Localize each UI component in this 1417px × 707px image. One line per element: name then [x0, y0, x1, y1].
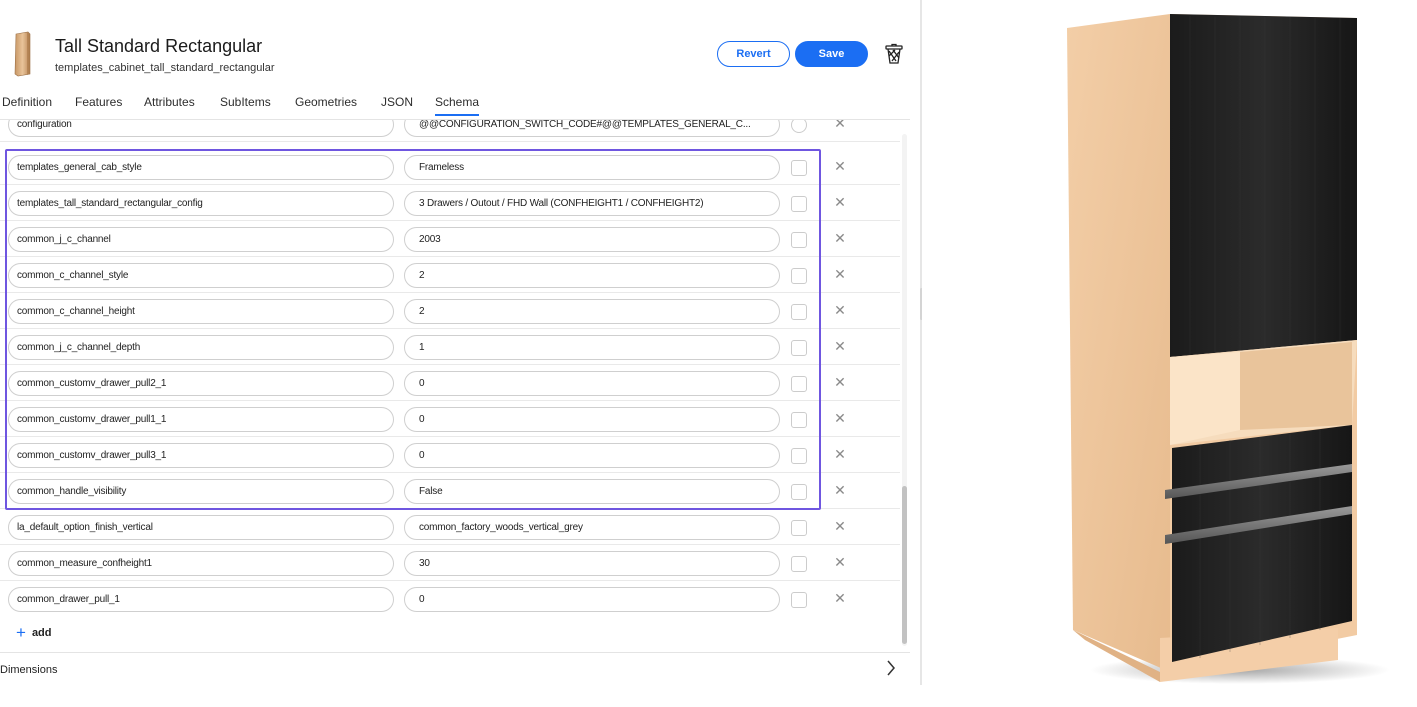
table-row: common_measure_confheight1 30 ✕ — [0, 545, 900, 581]
key-input[interactable]: la_default_option_finish_vertical — [8, 515, 394, 540]
table-row: la_default_option_finish_vertical common… — [0, 509, 900, 545]
key-input[interactable]: common_customv_drawer_pull1_1 — [8, 407, 394, 432]
key-input[interactable]: configuration — [8, 120, 394, 137]
tab-subitems[interactable]: SubItems — [220, 95, 271, 109]
close-x-icon[interactable]: ✕ — [832, 590, 848, 607]
cabinet-side-panel — [1067, 14, 1170, 672]
3d-viewer[interactable] — [922, 0, 1417, 707]
value-input[interactable]: Frameless — [404, 155, 780, 180]
value-input[interactable]: 2 — [404, 299, 780, 324]
row-checkbox[interactable] — [791, 520, 807, 536]
row-checkbox[interactable] — [791, 196, 807, 212]
close-x-icon[interactable]: ✕ — [832, 158, 848, 175]
tab-schema[interactable]: Schema — [435, 95, 480, 116]
add-label: add — [31, 627, 52, 639]
key-input[interactable]: common_c_channel_style — [8, 263, 394, 288]
chevron-right-icon[interactable] — [884, 658, 898, 678]
table-row: common_customv_drawer_pull1_1 0 ✕ — [0, 401, 900, 437]
value-input[interactable]: 2 — [404, 263, 780, 288]
close-x-icon[interactable]: ✕ — [832, 374, 848, 391]
editor-panel: Tall Standard Rectangular templates_cabi… — [0, 0, 920, 707]
key-input[interactable]: common_drawer_pull_1 — [8, 587, 394, 612]
tab-geometries[interactable]: Geometries — [295, 95, 357, 109]
tab-attributes[interactable]: Attributes — [144, 95, 195, 109]
plus-icon: + — [16, 623, 26, 642]
close-x-icon[interactable]: ✕ — [832, 266, 848, 283]
key-input[interactable]: templates_general_cab_style — [8, 155, 394, 180]
table-row: common_customv_drawer_pull3_1 0 ✕ — [0, 437, 900, 473]
key-input[interactable]: common_c_channel_height — [8, 299, 394, 324]
value-input[interactable]: 30 — [404, 551, 780, 576]
key-input[interactable]: common_handle_visibility — [8, 479, 394, 504]
row-checkbox[interactable] — [791, 412, 807, 428]
row-checkbox[interactable] — [791, 268, 807, 284]
upper-door — [1170, 14, 1357, 357]
key-input[interactable]: common_measure_confheight1 — [8, 551, 394, 576]
cabinet-thumbnail-icon — [14, 31, 31, 77]
table-row: common_customv_drawer_pull2_1 0 ✕ — [0, 365, 900, 401]
key-input[interactable]: common_customv_drawer_pull3_1 — [8, 443, 394, 468]
page-subtitle: templates_cabinet_tall_standard_rectangu… — [55, 62, 275, 74]
tab-json[interactable]: JSON — [381, 95, 413, 109]
row-checkbox[interactable] — [791, 448, 807, 464]
close-x-icon[interactable]: ✕ — [832, 554, 848, 571]
key-input[interactable]: templates_tall_standard_rectangular_conf… — [8, 191, 394, 216]
trash-can-icon[interactable] — [884, 43, 904, 65]
value-input[interactable]: 0 — [404, 371, 780, 396]
dimensions-section-header[interactable]: Dimensions — [0, 664, 57, 676]
close-x-icon[interactable]: ✕ — [832, 482, 848, 499]
tab-definition[interactable]: Definition — [2, 95, 52, 109]
value-input[interactable]: 2003 — [404, 227, 780, 252]
row-checkbox[interactable] — [791, 232, 807, 248]
key-input[interactable]: common_j_c_channel_depth — [8, 335, 394, 360]
value-input[interactable]: 0 — [404, 587, 780, 612]
close-x-icon[interactable]: ✕ — [832, 446, 848, 463]
close-x-icon[interactable]: ✕ — [832, 518, 848, 535]
table-row: common_j_c_channel_depth 1 ✕ — [0, 329, 900, 365]
row-dropdown-toggle[interactable] — [791, 120, 807, 133]
row-checkbox[interactable] — [791, 160, 807, 176]
cabinet-3d-render — [1067, 14, 1390, 684]
key-input[interactable]: common_j_c_channel — [8, 227, 394, 252]
cavity-left-wall — [1170, 352, 1240, 445]
value-input[interactable]: 0 — [404, 407, 780, 432]
save-button[interactable]: Save — [795, 41, 868, 67]
add-row-button[interactable]: + add — [16, 623, 52, 642]
value-input[interactable]: 3 Drawers / Outout / FHD Wall (CONFHEIGH… — [404, 191, 780, 216]
close-x-icon[interactable]: ✕ — [832, 302, 848, 319]
scrollbar-thumb[interactable] — [902, 486, 907, 644]
row-checkbox[interactable] — [791, 592, 807, 608]
row-checkbox[interactable] — [791, 340, 807, 356]
value-input[interactable]: 0 — [404, 443, 780, 468]
section-divider — [0, 652, 910, 653]
close-x-icon[interactable]: ✕ — [832, 120, 848, 132]
row-checkbox[interactable] — [791, 304, 807, 320]
table-row: configuration @@CONFIGURATION_SWITCH_COD… — [0, 120, 900, 142]
table-row: common_c_channel_height 2 ✕ — [0, 293, 900, 329]
row-checkbox[interactable] — [791, 376, 807, 392]
row-checkbox[interactable] — [791, 556, 807, 572]
table-row: common_j_c_channel 2003 ✕ — [0, 221, 900, 257]
close-x-icon[interactable]: ✕ — [832, 410, 848, 427]
close-x-icon[interactable]: ✕ — [832, 194, 848, 211]
cavity-back-panel — [1240, 342, 1352, 430]
tab-features[interactable]: Features — [75, 95, 122, 109]
row-checkbox[interactable] — [791, 484, 807, 500]
key-input[interactable]: common_customv_drawer_pull2_1 — [8, 371, 394, 396]
value-input[interactable]: common_factory_woods_vertical_grey — [404, 515, 780, 540]
value-input[interactable]: False — [404, 479, 780, 504]
table-row: common_drawer_pull_1 0 ✕ — [0, 581, 900, 617]
revert-button[interactable]: Revert — [717, 41, 790, 67]
value-input[interactable]: 1 — [404, 335, 780, 360]
table-row: common_handle_visibility False ✕ — [0, 473, 900, 509]
item-header: Tall Standard Rectangular templates_cabi… — [0, 0, 920, 88]
table-row: templates_general_cab_style Frameless ✕ — [0, 149, 900, 185]
value-input[interactable]: @@CONFIGURATION_SWITCH_CODE#@@TEMPLATES_… — [404, 120, 780, 137]
table-row: common_c_channel_style 2 ✕ — [0, 257, 900, 293]
page-title: Tall Standard Rectangular — [55, 36, 263, 56]
close-x-icon[interactable]: ✕ — [832, 230, 848, 247]
close-x-icon[interactable]: ✕ — [832, 338, 848, 355]
schema-table: configuration @@CONFIGURATION_SWITCH_COD… — [0, 120, 910, 650]
table-row: templates_tall_standard_rectangular_conf… — [0, 185, 900, 221]
